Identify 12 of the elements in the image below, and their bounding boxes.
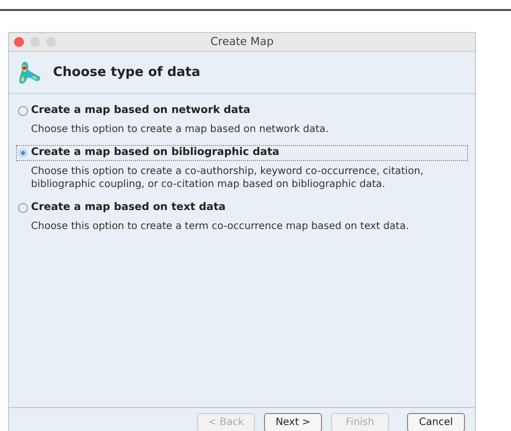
dialog-button[interactable]: Next > (264, 413, 322, 431)
heatmap-logo-icon (17, 60, 43, 86)
radio-option[interactable]: Create a map based on bibliographic data (16, 145, 468, 161)
option-description: Choose this option to create a map based on network data. (30, 123, 330, 136)
option-description: Choose this option to create a term co-occurrence map based on text data. (30, 220, 410, 233)
radio-option[interactable]: Create a map based on text data (16, 200, 468, 216)
radio-option[interactable]: Create a map based on network data (16, 103, 468, 119)
window-title: Create Map (210, 34, 274, 50)
page-heading: Choose type of data (53, 64, 200, 82)
option-description: Choose this option to create a co-authorship, keyword co-occurrence, citation, bibliographic coupling, or co-citation map based on bibliographic data. (30, 165, 424, 191)
close-icon[interactable] (14, 37, 24, 47)
dialog-button[interactable]: Cancel (407, 413, 465, 431)
